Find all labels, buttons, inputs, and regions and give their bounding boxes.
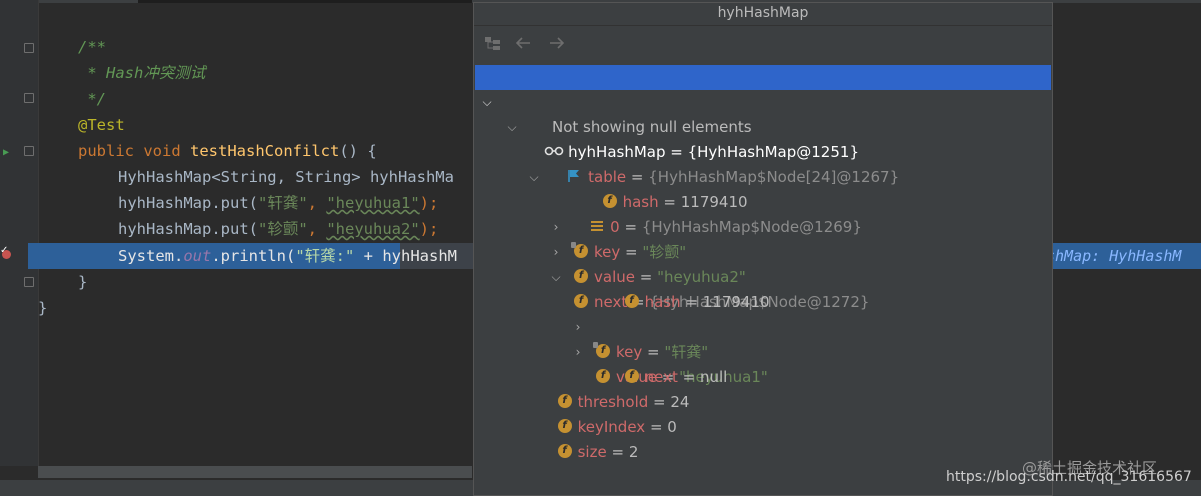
editor-gutter[interactable] (0, 0, 39, 466)
method-name: testHashConfilct (190, 142, 340, 160)
code-text: HyhHashMap<String, String> hyhHashMa (118, 168, 454, 186)
code-text: } (38, 299, 48, 317)
comment: * Hash冲突测试 (78, 64, 206, 82)
tree-row-key[interactable]: › f key = "轩龚" (474, 290, 1052, 361)
comment: /** (78, 38, 106, 56)
forward-arrow-icon[interactable] (548, 35, 566, 55)
fold-marker-icon[interactable] (24, 43, 34, 53)
equals: = (645, 418, 668, 436)
annotation: @Test (78, 116, 125, 134)
string-literal: "轩龚" (257, 194, 308, 212)
tree-row-threshold[interactable]: f threshold = 24 (529, 365, 689, 411)
code-text: .println( (211, 247, 296, 265)
popup-title[interactable]: hyhHashMap (474, 3, 1052, 26)
code-text: + (354, 247, 383, 265)
tree-row-key[interactable]: › f key = "轸颤" (474, 190, 1052, 261)
fold-marker-icon[interactable] (24, 277, 34, 287)
tree-row-hyhHashMap[interactable]: ⌵ hyhHashMap = {HyhHashMap@1251} (475, 65, 1051, 161)
equals: = (606, 443, 629, 461)
field-icon: f (557, 443, 572, 458)
run-test-icon[interactable]: ▶ (3, 147, 9, 158)
code-line-6: HyhHashMap<String, String> hyhHashMa (118, 164, 454, 190)
tree-row-hash[interactable]: f hash = 1179410 (596, 265, 770, 311)
watermark-url: https://blog.csdn.net/qq_31616567 (946, 469, 1192, 485)
chevron-down-icon[interactable]: ⌵ (528, 165, 540, 190)
debug-inspect-popup[interactable]: hyhHashMap ⌵ hyhHashMap = {HyhHashMap@12… (473, 2, 1053, 496)
tree-row-size[interactable]: f size = 2 (529, 415, 638, 461)
code-line-11: } (38, 295, 47, 321)
code-line-4: @Test (78, 112, 125, 138)
fold-marker-icon[interactable] (24, 146, 34, 156)
code-text: hyhHashMap.put( (118, 194, 258, 212)
tree-row-table[interactable]: ⌵ table = {HyhHashMap$Node[24]@1267} (474, 90, 1052, 186)
tree-row-value[interactable]: › f value = "heyuhua2" (474, 215, 1052, 286)
chevron-down-icon[interactable]: ⌵ (506, 115, 518, 140)
code-text: , (307, 194, 327, 212)
var-value: null (699, 368, 728, 386)
breakpoint-check-icon: ✓ (0, 245, 9, 256)
inline-debug-hint: shMap: HyhHashM (1046, 247, 1182, 265)
code-line-2: * Hash冲突测试 (78, 60, 205, 86)
tree-row-value[interactable]: › fvalue = "heyuhua1" (474, 315, 1052, 386)
string-literal: "heyuhua2" (326, 220, 420, 238)
code-line-9: System.out.println("轩龚:" + hyhHashM (118, 243, 457, 269)
tree-icon[interactable] (484, 35, 502, 55)
string-literal: "heyuhua1" (326, 194, 420, 212)
code-text: } (78, 273, 88, 291)
code-line-3: */ (78, 86, 106, 112)
code-text: () { (339, 142, 377, 160)
code-line-8: hyhHashMap.put("轸颤", "heyuhua2"); (118, 216, 438, 242)
tree-row-keyIndex[interactable]: f keyIndex = 0 (529, 390, 677, 436)
tree-row-hash[interactable]: f hash = 1179410 (574, 165, 748, 211)
comment: */ (78, 90, 106, 108)
var-value: 2 (628, 443, 639, 461)
code-text: hyhHashM (382, 247, 457, 265)
horizontal-scrollbar[interactable] (38, 466, 472, 478)
var-value: 0 (667, 418, 677, 436)
back-arrow-icon[interactable] (514, 35, 532, 55)
chevron-down-icon[interactable]: ⌵ (550, 265, 562, 290)
string-literal: "轸颤" (257, 220, 308, 238)
code-line-5: public void testHashConfilct() { (78, 138, 377, 164)
keyword: void (143, 142, 181, 160)
fold-marker-icon[interactable] (24, 93, 34, 103)
chevron-right-icon[interactable]: › (572, 340, 584, 365)
tree-row-index-0[interactable]: ⌵ 0 = {HyhHashMap$Node@1269} (474, 140, 1052, 236)
field-icon: f (574, 268, 588, 283)
tree-row-next[interactable]: ⌵ fnext = {HyhHashMap$Node@1272} (474, 240, 1052, 311)
keyword: public (78, 142, 134, 160)
code-text: System. (118, 247, 184, 265)
code-line-1: /** (78, 34, 106, 60)
code-text: , (307, 220, 327, 238)
tree-row-next[interactable]: f next = null (596, 340, 727, 386)
string-literal: "轩龚:" (295, 247, 355, 265)
code-text: hyhHashMap.put( (118, 220, 258, 238)
code-text: ); (419, 194, 439, 212)
var-name: size (577, 443, 607, 461)
code-line-10: } (78, 269, 87, 295)
code-text: ); (419, 220, 439, 238)
null-note: Not showing null elements (552, 118, 752, 136)
tree-row-note: Not showing null elements (552, 115, 752, 140)
static-field: out (183, 247, 212, 265)
code-line-7: hyhHashMap.put("轩龚", "heyuhua1"); (118, 190, 438, 216)
